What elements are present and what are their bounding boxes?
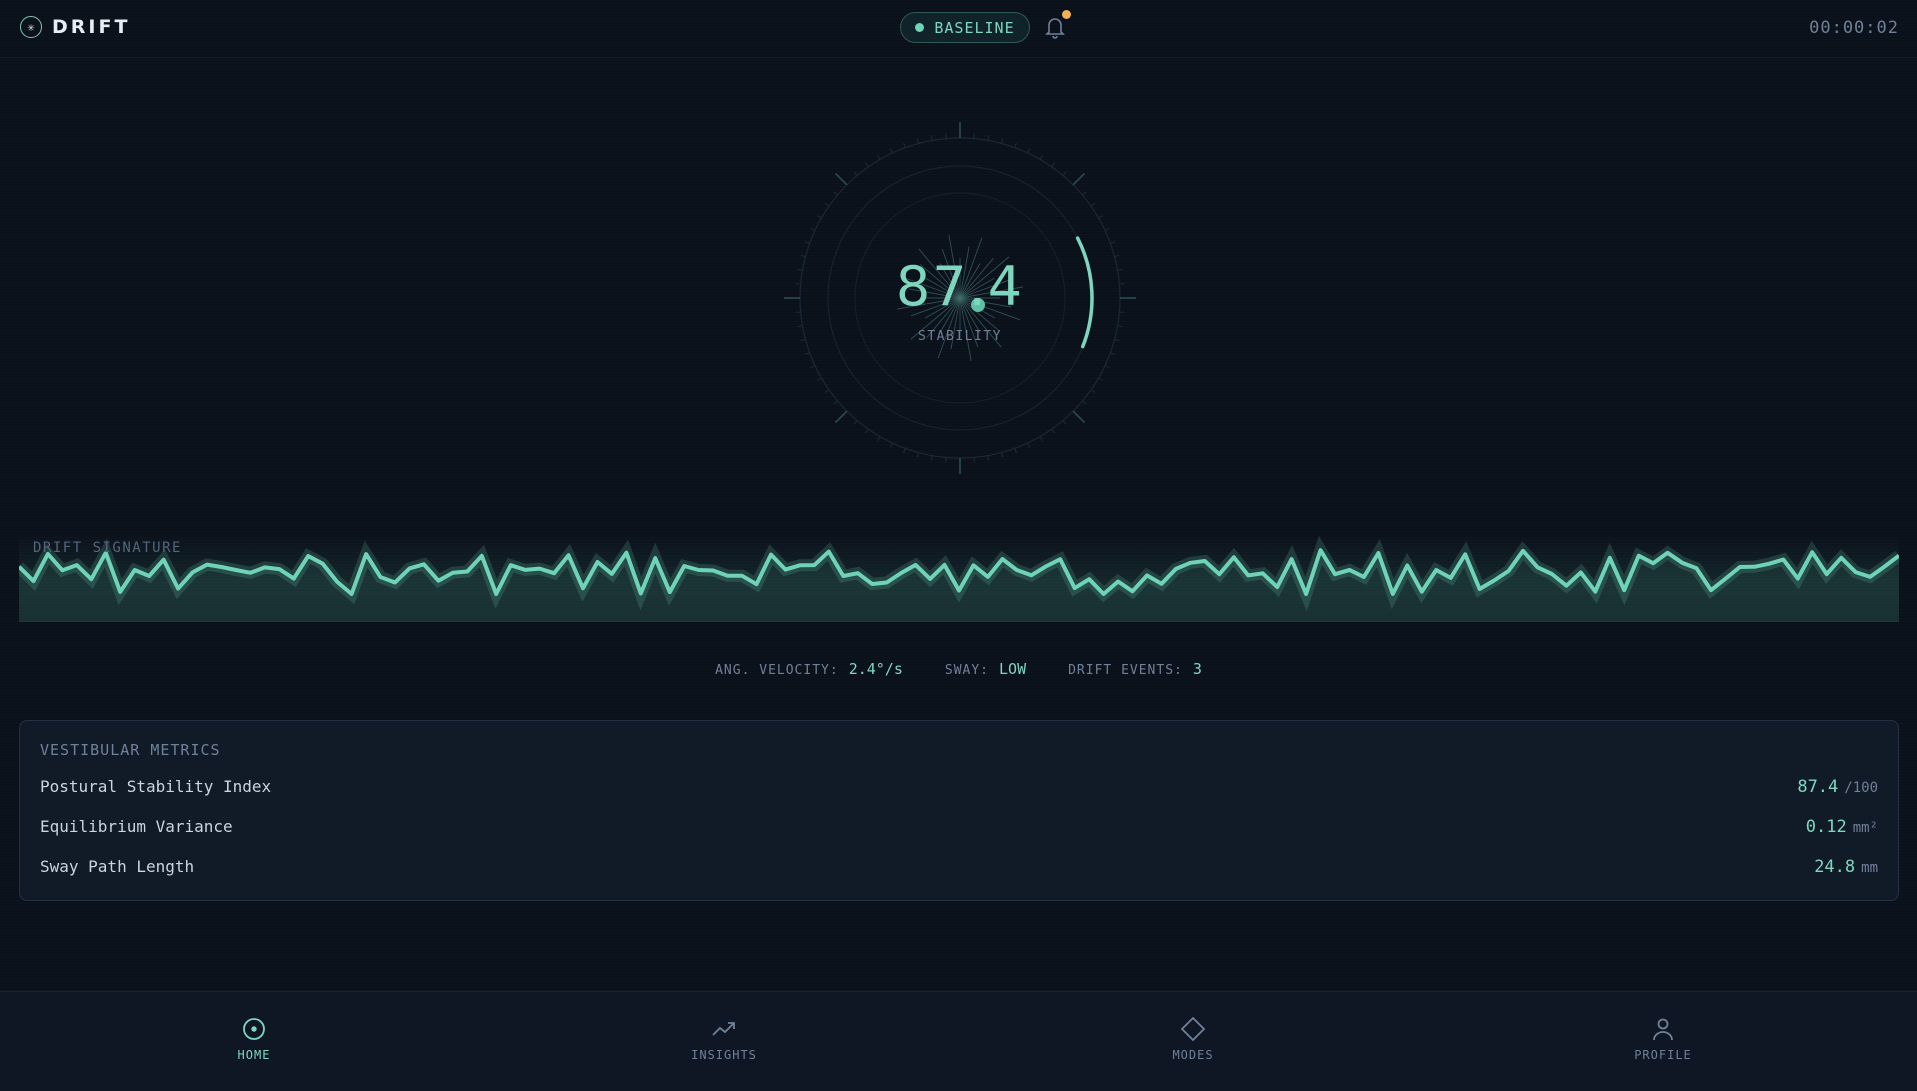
gauge-tick <box>1051 162 1056 168</box>
gauge-tick <box>916 452 920 458</box>
gauge-tick <box>916 138 920 144</box>
gauge-tick <box>797 325 803 328</box>
gauge-tick <box>903 448 906 454</box>
gauge-tick <box>810 227 816 231</box>
gauge-tick <box>1000 452 1004 458</box>
top-bar: ✳ DRIFT BASELINE 00:00:02 <box>0 0 1917 58</box>
gauge-tick <box>864 428 869 434</box>
readout-drift-events: DRIFT EVENTS: 3 <box>1068 660 1202 678</box>
stability-value: 87.4 <box>895 255 1025 318</box>
gauge-tick <box>1082 191 1087 196</box>
gauge-tick <box>1062 420 1067 425</box>
diamond-icon <box>1180 1016 1206 1042</box>
drift-signature-label: DRIFT SIGNATURE <box>33 540 182 556</box>
target-icon <box>243 1018 265 1040</box>
metric-row[interactable]: Equilibrium Variance 0.12 mm² <box>40 817 1878 843</box>
brand[interactable]: ✳ DRIFT <box>20 16 130 38</box>
stability-label: STABILITY <box>918 329 1002 344</box>
gauge-tick <box>889 442 893 448</box>
gauge-tick <box>1062 171 1067 176</box>
gauge-tick <box>824 202 830 207</box>
session-timer: 00:00:02 <box>1809 18 1899 38</box>
panel-title: VESTIBULAR METRICS <box>40 741 221 759</box>
nav-modes[interactable]: MODES <box>1133 1016 1253 1062</box>
gauge-tick <box>853 420 858 425</box>
user-icon <box>1653 1018 1673 1041</box>
gauge-tick <box>1014 448 1017 454</box>
gauge-tick <box>810 365 816 369</box>
gauge-tick <box>1039 436 1043 442</box>
gauge-tick <box>1110 352 1116 355</box>
gauge-tick <box>903 142 906 148</box>
gauge-tick <box>834 410 848 424</box>
gauge-tick <box>804 241 810 244</box>
metric-row[interactable]: Postural Stability Index 87.4/100 <box>40 777 1878 803</box>
gauge-tick <box>889 148 893 154</box>
gauge-tick <box>853 171 858 176</box>
gauge-tick <box>877 154 881 160</box>
gauge-tick <box>1014 142 1017 148</box>
drift-signature: DRIFT SIGNATURE <box>19 534 1899 622</box>
gauge-tick <box>804 352 810 355</box>
gauge-tick <box>816 377 822 381</box>
gauge-tick <box>877 436 881 442</box>
gauge-tick <box>824 389 830 394</box>
gauge-tick <box>1051 428 1056 434</box>
notification-badge <box>1062 10 1071 19</box>
mode-badge[interactable]: BASELINE <box>900 12 1030 43</box>
sun-icon: ✳ <box>20 16 42 38</box>
readout-angular-velocity: ANG. VELOCITY: 2.4°/s <box>715 660 903 678</box>
gauge-tick <box>816 215 822 219</box>
trend-up-icon <box>712 1022 735 1036</box>
gauge-tick <box>987 135 990 141</box>
gauge-tick <box>1000 138 1004 144</box>
gauge-tick <box>1098 377 1104 381</box>
gauge-tick <box>1104 227 1110 231</box>
gauge-tick <box>987 455 990 461</box>
gauge-tick <box>1090 389 1096 394</box>
nav-profile[interactable]: PROFILE <box>1603 1016 1723 1062</box>
gauge-tick <box>1090 202 1096 207</box>
gauge-tick <box>930 135 933 141</box>
gauge-tick <box>1027 442 1031 448</box>
nav-insights[interactable]: INSIGHTS <box>664 1016 784 1062</box>
status-dot-icon <box>915 23 925 32</box>
gauge-tick <box>1027 148 1031 154</box>
gauge-tick <box>1098 215 1104 219</box>
gauge-tick <box>1104 365 1110 369</box>
brand-name: DRIFT <box>52 16 131 38</box>
vestibular-metrics-panel: VESTIBULAR METRICS Postural Stability In… <box>19 720 1899 901</box>
gauge-tick <box>833 400 838 405</box>
readout-sway: SWAY: LOW <box>944 660 1027 678</box>
gauge-tick <box>1082 400 1087 405</box>
gauge-tick <box>1110 241 1116 244</box>
gauge-tick <box>1117 325 1123 328</box>
metric-row[interactable]: Sway Path Length 24.8 mm <box>40 857 1878 883</box>
mode-label: BASELINE <box>934 18 1015 37</box>
gauge-tick <box>1039 154 1043 160</box>
live-readouts: ANG. VELOCITY: 2.4°/s SWAY: LOW DRIFT EV… <box>0 660 1917 678</box>
gauge-tick <box>930 455 933 461</box>
gauge-tick <box>833 191 838 196</box>
gauge-tick <box>834 172 848 186</box>
nav-home[interactable]: HOME <box>194 1016 314 1062</box>
drift-signature-waveform <box>19 535 1899 622</box>
gauge-tick <box>1072 410 1086 424</box>
gauge-tick <box>864 162 869 168</box>
bottom-nav: HOME INSIGHTS MODES PROFILE <box>0 991 1917 1091</box>
gauge-tick <box>1072 172 1086 186</box>
